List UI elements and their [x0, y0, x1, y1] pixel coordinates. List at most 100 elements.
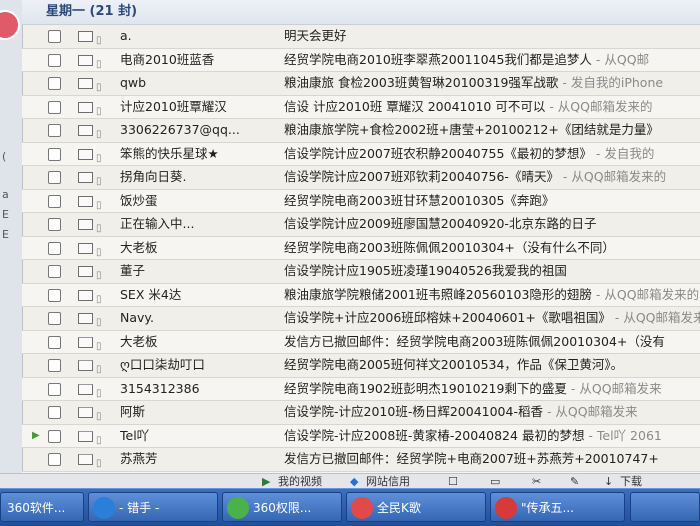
- mail-subject-text: 经贸学院电商2003班甘环慧20010305《奔跑》: [284, 192, 555, 208]
- mail-subject: 明天会更好: [284, 25, 700, 48]
- row-checkbox[interactable]: [48, 359, 61, 372]
- folder-tag[interactable]: E: [2, 228, 9, 241]
- mail-row[interactable]: ▯ qwb 粮油康旅 食检2003班黄智琳20100319强军战歌 - 发自我的iP…: [22, 72, 700, 96]
- attachment-icon: ▯: [96, 458, 102, 469]
- row-checkbox[interactable]: [48, 30, 61, 43]
- mail-row[interactable]: ▯ 笨熊的快乐星球★ 信设学院计应2007班农积静20040755《最初的梦想》 -…: [22, 142, 700, 166]
- taskbar-item[interactable]: 360软件...: [0, 492, 84, 522]
- mail-summary: - 从QQ邮箱发来的: [558, 169, 667, 184]
- mail-row[interactable]: ▯ 董子 信设学院计应1905班凌瑾19040526我爱我的祖国: [22, 260, 700, 284]
- folder-tag[interactable]: a: [2, 188, 9, 201]
- toolbar-icon[interactable]: ☐: [448, 474, 458, 489]
- row-checkbox[interactable]: [48, 218, 61, 231]
- mail-row[interactable]: ▯ 3306226737@qq... 粮油康旅学院+食检2002班+唐莹+20100…: [22, 119, 700, 143]
- row-checkbox[interactable]: [48, 335, 61, 349]
- mail-sender: Navy.: [120, 310, 154, 325]
- taskbar-item[interactable]: 360权限...: [222, 492, 342, 522]
- app-icon: [227, 497, 249, 519]
- mail-subject-text: 粮油康旅学院+食检2002班+唐莹+20100212+《团结就是力量》: [284, 122, 659, 137]
- envelope-icon: [78, 407, 93, 418]
- row-checkbox[interactable]: [48, 241, 61, 255]
- mail-sender: 大老板: [120, 239, 158, 255]
- mail-subject-text: 发信方已撤回邮件：经贸学院电商2003班陈佩佩20010304+（没有: [284, 333, 665, 349]
- row-checkbox[interactable]: [48, 100, 61, 114]
- row-checkbox[interactable]: [48, 171, 61, 184]
- row-checkbox[interactable]: [48, 453, 61, 466]
- toolbar-icon[interactable]: ✎: [570, 474, 579, 489]
- row-checkbox[interactable]: [48, 382, 61, 396]
- mail-row[interactable]: ▯ 计应2010班覃耀汉 信设 计应2010班 覃耀汉 20041010 可不可以 …: [22, 95, 700, 119]
- mail-sender: SEX 米4达: [120, 286, 182, 302]
- group-header[interactable]: 星期一 (21 封): [22, 0, 700, 25]
- taskbar-item-label: 360权限...: [253, 501, 312, 515]
- toolbar-icon[interactable]: ✂: [532, 474, 541, 489]
- mail-subject: 信设学院计应1905班凌瑾19040526我爱我的祖国: [284, 260, 700, 283]
- my-video-link[interactable]: 我的视频: [278, 474, 322, 489]
- mail-subject: 发信方已撤回邮件：经贸学院电商2003班陈佩佩20010304+（没有: [284, 331, 700, 354]
- mail-summary: - 从QQ邮箱发来的: [545, 98, 653, 114]
- mail-summary: - Tel吖 2061: [584, 427, 662, 443]
- site-trust-link[interactable]: 网站信用: [366, 474, 410, 489]
- mail-row[interactable]: ▶ ▯ Tel吖 信设学院-计应2008班-黄家椿-20040824 最初的梦想 - …: [22, 424, 700, 448]
- envelope-icon: [78, 383, 93, 395]
- row-checkbox[interactable]: [48, 194, 61, 208]
- mail-row[interactable]: ▯ 3154312386 经贸学院电商1902班彭明杰19010219剩下的盛夏 -…: [22, 377, 700, 401]
- mail-sender: 正在输入中...: [120, 216, 195, 231]
- left-folder-strip: ( a E E: [0, 0, 23, 488]
- mail-subject-text: 信设学院+计应2006班邱榕妹+20040601+《歌唱祖国》: [284, 310, 611, 325]
- envelope-icon: [78, 430, 93, 442]
- mail-subject-text: 信设学院计应2007班农积静20040755《最初的梦想》: [284, 145, 592, 161]
- mail-row[interactable]: ▯ 大老板 经贸学院电商2003班陈佩佩20010304+（没有什么不同）: [22, 236, 700, 260]
- taskbar-item[interactable]: "传承五...: [490, 492, 625, 522]
- row-checkbox[interactable]: [48, 288, 61, 302]
- mail-summary: - 发自我的: [591, 145, 655, 161]
- mail-subject: 经贸学院电商2003班陈佩佩20010304+（没有什么不同）: [284, 237, 700, 260]
- mail-subject: 发信方已撤回邮件：经贸学院+电商2007班+苏燕芳+20010747+: [284, 448, 700, 471]
- envelope-icon: [78, 454, 93, 465]
- mail-row[interactable]: ▯ ღ口口柒劫叮口 经贸学院电商2005班何祥文20010534，作品《保卫黄河》。: [22, 354, 700, 378]
- row-checkbox[interactable]: [48, 406, 61, 419]
- mail-subject: 信设学院-计应2010班-杨日辉20041004-稻香 - 从QQ邮箱发来: [284, 401, 700, 424]
- mail-summary: - 从QQ邮箱发来的: [591, 286, 700, 302]
- mail-row[interactable]: ▯ 大老板 发信方已撤回邮件：经贸学院电商2003班陈佩佩20010304+（没有: [22, 330, 700, 354]
- mail-subject: 信设 计应2010班 覃耀汉 20041010 可不可以 - 从QQ邮箱发来的: [284, 96, 700, 119]
- row-checkbox[interactable]: [48, 124, 61, 137]
- mail-subject-text: 经贸学院电商2003班陈佩佩20010304+（没有什么不同）: [284, 239, 615, 255]
- row-checkbox[interactable]: [48, 77, 61, 90]
- row-checkbox[interactable]: [48, 147, 61, 161]
- avatar[interactable]: [0, 10, 20, 40]
- mail-row[interactable]: ▯ 正在输入中... 信设学院计应2009班廖国慧20040920-北京东路的日子: [22, 213, 700, 237]
- row-checkbox[interactable]: [48, 429, 61, 443]
- mail-subject-text: 信设 计应2010班 覃耀汉 20041010 可不可以: [284, 98, 546, 114]
- shield-icon: ◆: [350, 475, 359, 488]
- mail-row[interactable]: ▯ 拐角向日葵. 信设学院计应2007班邓钦莉20040756-《晴天》 - 从QQ…: [22, 166, 700, 190]
- mail-row[interactable]: ▯ SEX 米4达 粮油康旅学院粮储2001班韦照峰20560103隐形的翅膀 - …: [22, 283, 700, 307]
- folder-tag[interactable]: (: [2, 150, 6, 163]
- envelope-icon: [78, 219, 93, 230]
- mail-row[interactable]: ▯ a. 明天会更好: [22, 25, 700, 49]
- toolbar-icon[interactable]: ▭: [490, 474, 500, 489]
- row-checkbox[interactable]: [48, 53, 61, 67]
- download-link[interactable]: 下载: [620, 474, 642, 489]
- folder-tag[interactable]: E: [2, 208, 9, 221]
- mail-subject-text: 信设学院计应2009班廖国慧20040920-北京东路的日子: [284, 216, 597, 231]
- taskbar-item[interactable]: [630, 492, 700, 522]
- mail-subject: 粮油康旅 食检2003班黄智琳20100319强军战歌 - 发自我的iPhone: [284, 72, 700, 95]
- video-icon[interactable]: ▶: [262, 474, 270, 489]
- taskbar-item-label: 360软件...: [7, 501, 66, 515]
- mail-row[interactable]: ▯ 阿斯 信设学院-计应2010班-杨日辉20041004-稻香 - 从QQ邮箱发来: [22, 401, 700, 425]
- row-checkbox[interactable]: [48, 265, 61, 278]
- row-checkbox[interactable]: [48, 312, 61, 325]
- app-icon: [351, 497, 373, 519]
- mail-subject-text: 发信方已撤回邮件：经贸学院+电商2007班+苏燕芳+20010747+: [284, 451, 659, 466]
- envelope-icon: [78, 172, 93, 183]
- taskbar-item[interactable]: - 错手 -: [88, 492, 218, 522]
- mail-subject: 经贸学院电商2003班甘环慧20010305《奔跑》: [284, 190, 700, 213]
- mail-row[interactable]: ▯ 饭炒蛋 经贸学院电商2003班甘环慧20010305《奔跑》: [22, 189, 700, 213]
- mail-row[interactable]: ▯ 电商2010班蓝香 经贸学院电商2010班李翠燕20011045我们都是追梦人 …: [22, 48, 700, 72]
- mail-row[interactable]: ▯ 苏燕芳 发信方已撤回邮件：经贸学院+电商2007班+苏燕芳+20010747+: [22, 448, 700, 472]
- mail-row[interactable]: ▯ Navy. 信设学院+计应2006班邱榕妹+20040601+《歌唱祖国》 - …: [22, 307, 700, 331]
- mail-subject-text: 粮油康旅学院粮储2001班韦照峰20560103隐形的翅膀: [284, 286, 592, 302]
- mail-subject: 经贸学院电商1902班彭明杰19010219剩下的盛夏 - 从QQ邮箱发来: [284, 378, 700, 401]
- taskbar-item[interactable]: 全民K歌: [346, 492, 486, 522]
